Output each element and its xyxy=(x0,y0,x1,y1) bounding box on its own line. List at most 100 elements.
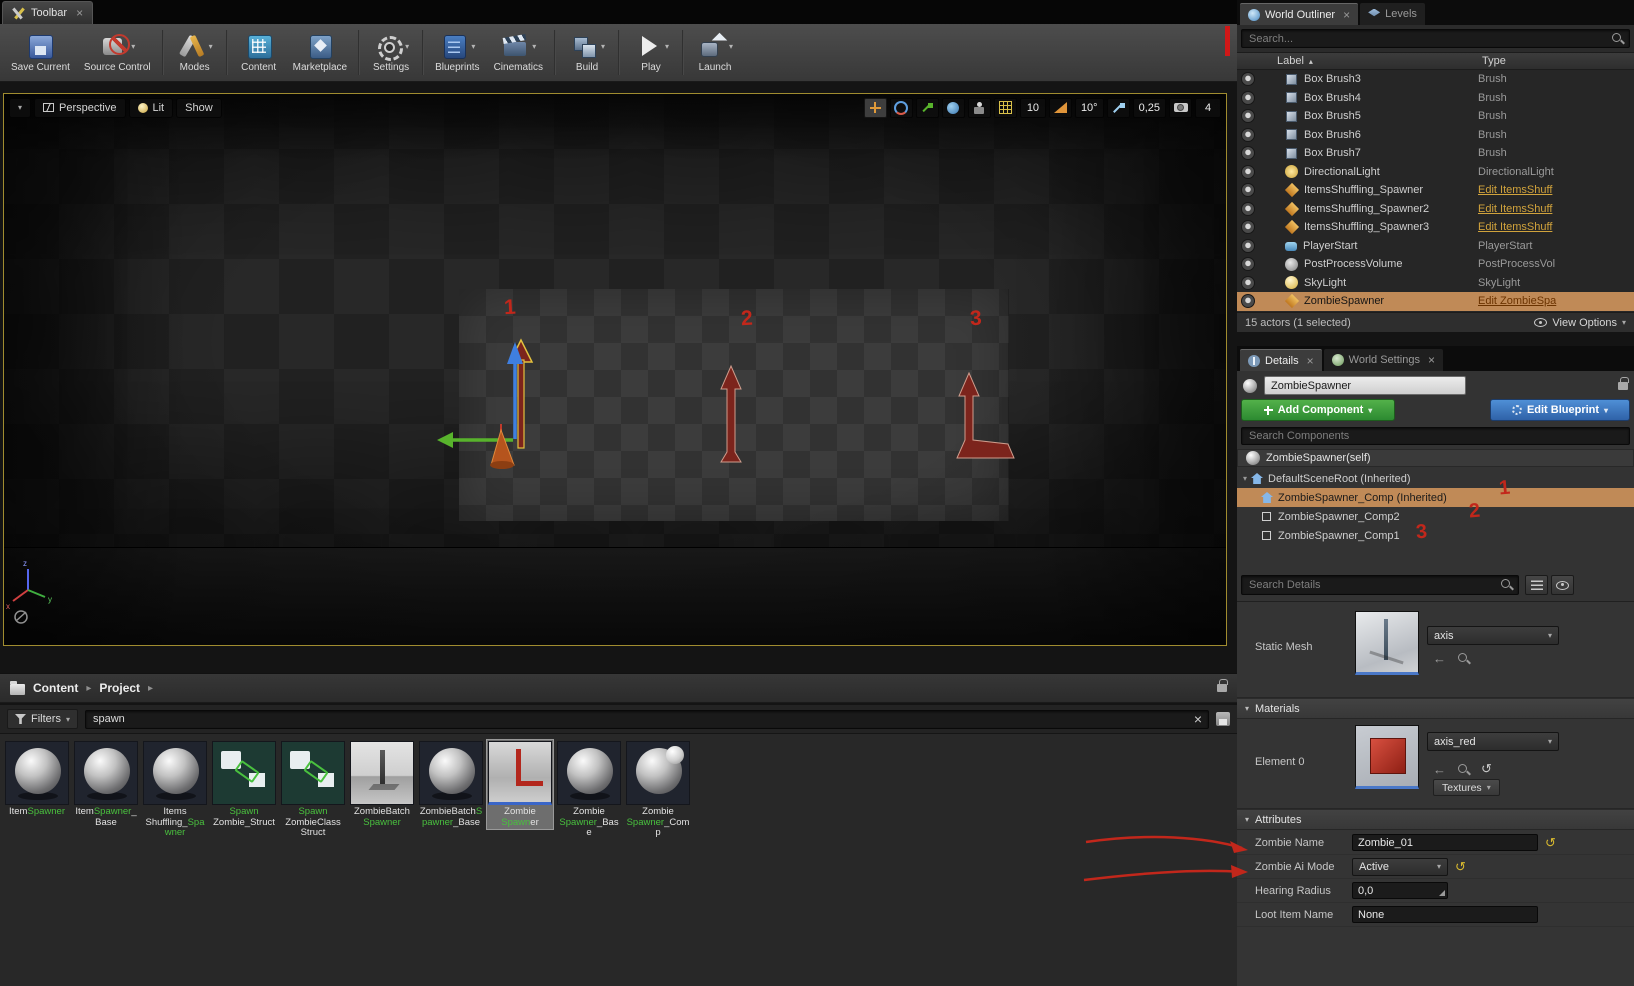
view-options-button[interactable]: View Options ▾ xyxy=(1534,317,1626,329)
asset-tile[interactable]: ZombieBatch Spawner xyxy=(349,740,415,829)
outliner-row-zombiespawner[interactable]: ZombieSpawner Edit ZombieSpa xyxy=(1237,292,1634,311)
lit-mode-button[interactable]: Lit xyxy=(128,97,174,118)
asset-tile[interactable]: ItemSpawner_Base xyxy=(73,740,139,829)
static-mesh-select[interactable]: axis ▾ xyxy=(1427,626,1559,645)
toolbar-button-launch[interactable]: ▾ Launch xyxy=(688,25,742,80)
asset-tile[interactable]: ZombieBatchSpawner_Base xyxy=(418,740,484,829)
rotation-snap-value[interactable]: 10° xyxy=(1074,97,1104,118)
expander-icon[interactable]: ▾ xyxy=(1243,474,1247,483)
reset-material-icon[interactable]: ↺ xyxy=(1481,761,1492,777)
toolbar-button-build[interactable]: ▾ Build xyxy=(560,25,614,80)
asset-tile[interactable]: Zombie Spawner_Base xyxy=(556,740,622,840)
display-filter-button[interactable] xyxy=(1551,575,1574,595)
outliner-row-type[interactable]: Edit ItemsShuff xyxy=(1478,184,1630,196)
lock-icon[interactable] xyxy=(1217,679,1228,692)
breadcrumb-content[interactable]: Content xyxy=(33,681,78,695)
close-icon[interactable]: × xyxy=(1343,8,1350,22)
visibility-eye-icon[interactable] xyxy=(1241,109,1255,124)
world-local-toggle-icon[interactable] xyxy=(941,97,965,118)
visibility-eye-icon[interactable] xyxy=(1241,90,1255,105)
column-type[interactable]: Type xyxy=(1482,55,1634,67)
visibility-eye-icon[interactable] xyxy=(1241,294,1255,309)
visibility-eye-icon[interactable] xyxy=(1241,257,1255,272)
add-component-button[interactable]: Add Component ▾ xyxy=(1241,399,1395,421)
outliner-row-box-brush3[interactable]: Box Brush3 Brush xyxy=(1237,70,1634,89)
outliner-row-type[interactable]: Edit ItemsShuff xyxy=(1478,221,1630,233)
toolbar-button-cinematics[interactable]: ▾ Cinematics xyxy=(487,25,550,80)
visibility-eye-icon[interactable] xyxy=(1241,275,1255,290)
tab-world-outliner[interactable]: World Outliner × xyxy=(1240,3,1359,25)
toolbar-button-marketplace[interactable]: Marketplace xyxy=(286,25,354,80)
edit-blueprint-button[interactable]: Edit Blueprint ▾ xyxy=(1490,399,1630,421)
asset-tile[interactable]: ItemSpawner xyxy=(4,740,70,819)
toolbar-button-play[interactable]: ▾ Play xyxy=(624,25,678,80)
lock-icon[interactable] xyxy=(1618,376,1629,390)
outliner-row-directionallight[interactable]: DirectionalLight DirectionalLight xyxy=(1237,163,1634,182)
visibility-eye-icon[interactable] xyxy=(1241,164,1255,179)
scale-tool-icon[interactable] xyxy=(915,97,939,118)
gizmo-x-axis-cone[interactable] xyxy=(490,428,515,466)
toolbar-button-save-current[interactable]: Save Current xyxy=(4,25,77,80)
search-details-input[interactable] xyxy=(1241,575,1519,595)
outliner-row-box-brush5[interactable]: Box Brush5 Brush xyxy=(1237,107,1634,126)
asset-tile[interactable]: Items Shuffling_Spawner xyxy=(142,740,208,840)
outliner-search-input[interactable] xyxy=(1241,29,1630,48)
outliner-row-box-brush4[interactable]: Box Brush4 Brush xyxy=(1237,89,1634,108)
actor-name-field[interactable] xyxy=(1264,376,1466,395)
surface-snap-icon[interactable] xyxy=(967,97,991,118)
toolbar-button-content[interactable]: Content xyxy=(232,25,286,80)
spawner-marker-1-gizmo[interactable] xyxy=(437,338,534,469)
viewport-options-button[interactable]: ▾ xyxy=(9,97,32,118)
tab-toolbar[interactable]: Toolbar × xyxy=(2,1,94,24)
outliner-row-skylight[interactable]: SkyLight SkyLight xyxy=(1237,274,1634,293)
component-row-zombiespawner-comp2[interactable]: ZombieSpawner_Comp2 xyxy=(1237,507,1634,526)
camera-speed-value[interactable]: 4 xyxy=(1195,97,1221,118)
clear-search-icon[interactable]: × xyxy=(1194,711,1202,728)
outliner-row-type[interactable]: Edit ZombieSpa xyxy=(1478,295,1630,307)
show-button[interactable]: Show xyxy=(176,97,222,118)
camera-speed-icon[interactable] xyxy=(1169,97,1192,118)
move-tool-icon[interactable] xyxy=(863,97,887,118)
outliner-row-postprocessvolume[interactable]: PostProcessVolume PostProcessVol xyxy=(1237,255,1634,274)
reset-to-default-icon[interactable]: ↺ xyxy=(1455,860,1466,873)
component-row-zombiespawner-comp-inherited[interactable]: ZombieSpawner_Comp (Inherited) xyxy=(1237,488,1634,507)
materials-section-header[interactable]: ▾ Materials xyxy=(1237,698,1634,719)
outliner-row-itemsshuffling-spawner2[interactable]: ItemsShuffling_Spawner2 Edit ItemsShuff xyxy=(1237,200,1634,219)
property-field-loot-item-name[interactable]: None xyxy=(1352,906,1538,923)
toolbar-button-modes[interactable]: ▾ Modes xyxy=(168,25,222,80)
grid-snap-icon[interactable] xyxy=(993,97,1017,118)
viewport-3d[interactable]: z x y 1 2 3 ▾ Perspective Lit Show 10 10… xyxy=(3,93,1227,646)
visibility-eye-icon[interactable] xyxy=(1241,72,1255,87)
outliner-row-playerstart[interactable]: PlayerStart PlayerStart xyxy=(1237,237,1634,256)
toolbar-button-settings[interactable]: ▾ Settings xyxy=(364,25,418,80)
asset-tile[interactable]: Spawn Zombie_Struct xyxy=(211,740,277,829)
use-selected-icon[interactable]: ← xyxy=(1433,651,1446,666)
filters-button[interactable]: Filters ▾ xyxy=(7,709,78,729)
property-field-zombie-name[interactable]: Zombie_01 xyxy=(1352,834,1538,851)
component-row-zombiespawner-comp1[interactable]: ZombieSpawner_Comp1 xyxy=(1237,526,1634,545)
use-selected-icon[interactable]: ← xyxy=(1433,762,1446,777)
outliner-row-box-brush6[interactable]: Box Brush6 Brush xyxy=(1237,126,1634,145)
tab-world-settings[interactable]: World Settings × xyxy=(1323,349,1443,371)
visibility-eye-icon[interactable] xyxy=(1241,183,1255,198)
outliner-row-itemsshuffling-spawner3[interactable]: ItemsShuffling_Spawner3 Edit ItemsShuff xyxy=(1237,218,1634,237)
column-label[interactable]: Label ▴ xyxy=(1237,55,1482,67)
gizmo-y-axis-arrowhead[interactable] xyxy=(437,432,453,448)
outliner-row-type[interactable]: Edit ItemsShuff xyxy=(1478,203,1630,215)
actor-self-row[interactable]: ZombieSpawner(self) xyxy=(1237,449,1634,467)
outliner-row-itemsshuffling-spawner[interactable]: ItemsShuffling_Spawner Edit ItemsShuff xyxy=(1237,181,1634,200)
close-icon[interactable]: × xyxy=(1428,353,1435,367)
static-mesh-thumbnail[interactable] xyxy=(1355,611,1419,675)
visibility-eye-icon[interactable] xyxy=(1241,127,1255,142)
toolbar-button-source-control[interactable]: ▾ Source Control xyxy=(77,25,158,80)
search-components-input[interactable] xyxy=(1241,427,1630,445)
browse-icon[interactable] xyxy=(1457,763,1470,776)
close-icon[interactable]: × xyxy=(76,6,83,20)
perspective-button[interactable]: Perspective xyxy=(34,97,126,118)
visibility-eye-icon[interactable] xyxy=(1241,201,1255,216)
scale-snap-icon[interactable] xyxy=(1106,97,1130,118)
asset-tile[interactable]: Spawn ZombieClass Struct xyxy=(280,740,346,840)
spawner-marker-2-arrow-mesh[interactable] xyxy=(720,364,742,463)
grid-snap-value[interactable]: 10 xyxy=(1019,97,1046,118)
asset-tile[interactable]: Zombie Spawner xyxy=(486,739,554,830)
